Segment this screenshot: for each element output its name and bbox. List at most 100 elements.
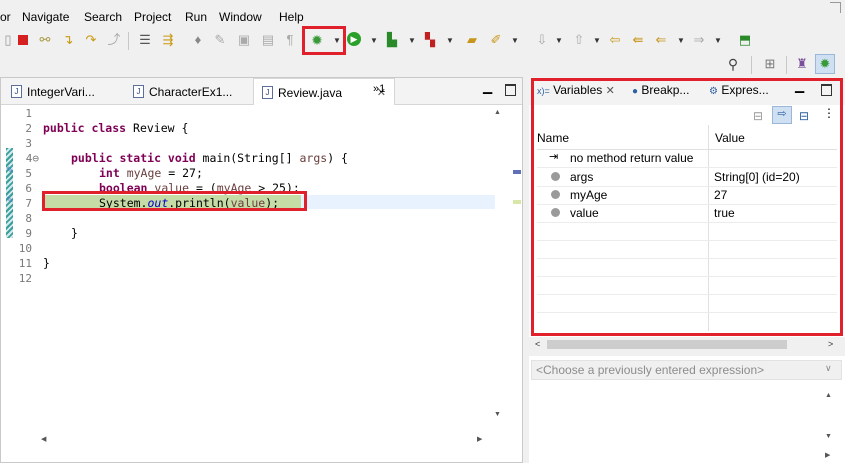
debug-perspective-icon[interactable]: ✹ xyxy=(815,54,835,74)
line-number: 8 xyxy=(25,212,32,225)
last-edit-alt-icon[interactable]: ⇚ xyxy=(630,32,646,48)
step-into-icon[interactable]: ↴ xyxy=(60,32,76,48)
menu-help[interactable]: Help xyxy=(279,10,304,24)
coverage-icon[interactable]: ▙ xyxy=(384,32,400,48)
run-icon[interactable]: ▶ xyxy=(347,32,363,48)
line-number: 3 xyxy=(25,137,32,150)
copy-icon[interactable]: ▣ xyxy=(236,32,252,48)
scroll-right-icon[interactable]: ▶ xyxy=(477,435,482,443)
menu-run[interactable]: Run xyxy=(185,10,207,24)
paragraph-icon[interactable]: ¶ xyxy=(282,32,298,48)
scroll-up-icon[interactable]: ▲ xyxy=(825,392,832,399)
scroll-down-icon[interactable]: ▼ xyxy=(825,433,832,440)
scroll-right-icon[interactable]: > xyxy=(828,339,833,349)
open-task-icon[interactable]: ✐ xyxy=(488,32,504,48)
previous-annotation-icon[interactable]: ⇧ xyxy=(571,32,587,48)
tab-label: CharacterEx1... xyxy=(149,85,233,99)
step-over-icon[interactable]: ↷ xyxy=(83,32,99,48)
forward-icon[interactable]: ⇒ xyxy=(691,32,707,48)
java-file-icon: J xyxy=(262,86,273,99)
minimize-icon[interactable]: ▁ xyxy=(483,80,492,94)
pin-icon[interactable]: ♦ xyxy=(190,32,206,48)
paste-icon[interactable]: ▤ xyxy=(260,32,276,48)
variables-view: x)= Variables ✕ ● Breakp... ⚙ Expres... … xyxy=(529,77,845,337)
last-edit-icon[interactable]: ⇦ xyxy=(607,32,623,48)
overview-ruler-marker xyxy=(513,170,521,174)
coverage-dropdown-icon[interactable]: ▼ xyxy=(408,36,416,45)
java-file-icon: J xyxy=(133,85,144,98)
back-dropdown-icon[interactable]: ▼ xyxy=(677,36,685,45)
scrollbar-thumb[interactable] xyxy=(547,340,787,349)
java-perspective-icon[interactable]: ♜ xyxy=(794,56,810,72)
line-number: 6 xyxy=(25,182,32,195)
maximize-icon[interactable] xyxy=(505,84,516,96)
overview-ruler-marker xyxy=(513,200,521,204)
toolbar-separator xyxy=(786,56,787,74)
disconnect-icon[interactable]: ⚯ xyxy=(37,32,53,48)
terminate-icon[interactable] xyxy=(15,32,31,48)
forward-dropdown-icon[interactable]: ▼ xyxy=(714,36,722,45)
code-line-5: int myAge = 27; xyxy=(99,166,203,180)
tab-overflow[interactable]: »1 xyxy=(373,83,385,95)
detail-pane: <Choose a previously entered expression>… xyxy=(529,356,845,463)
menu-bar: or Navigate Search Project Run Window He… xyxy=(0,0,845,26)
code-line-2: public class Review { xyxy=(43,121,189,135)
line-number[interactable]: 4⊖ xyxy=(1,152,39,165)
code-line-11: } xyxy=(43,256,50,270)
current-line-highlight-box xyxy=(42,191,307,211)
debug-highlight-box xyxy=(302,26,346,55)
line-number: 7 xyxy=(25,197,32,210)
line-number: 5 xyxy=(25,167,32,180)
variables-highlight-box xyxy=(531,78,843,336)
scroll-left-icon[interactable]: ◀ xyxy=(41,435,46,443)
next-annotation-dropdown-icon[interactable]: ▼ xyxy=(555,36,563,45)
toolbar-separator xyxy=(751,56,752,74)
code-line-9: } xyxy=(71,226,78,240)
scroll-down-icon[interactable]: ▼ xyxy=(494,411,503,419)
tab-integervari[interactable]: J IntegerVari... xyxy=(3,78,135,104)
edit-icon[interactable]: ✎ xyxy=(212,32,228,48)
run-dropdown-icon[interactable]: ▼ xyxy=(370,36,378,45)
next-annotation-icon[interactable]: ⇩ xyxy=(534,32,550,48)
editor-tab-bar: J IntegerVari... J CharacterEx1... J Rev… xyxy=(1,78,522,105)
external-tools-icon[interactable]: ▚ xyxy=(422,32,438,48)
window-corner xyxy=(830,2,841,13)
menu-search[interactable]: Search xyxy=(84,10,122,24)
line-number: 11 xyxy=(18,257,32,270)
use-step-filters-icon[interactable]: ⇶ xyxy=(160,32,176,48)
editor-pane: J IntegerVari... J CharacterEx1... J Rev… xyxy=(0,77,523,463)
skip-breakpoints-icon[interactable]: ▯ xyxy=(0,32,16,48)
toolbar: ▯ ⚯ ↴ ↷ ⤴ ☰ ⇶ ♦ ✎ ▣ ▤ ¶ ✹ ▼ ▶ ▼ ▙ ▼ ▚ ▼ … xyxy=(0,26,845,76)
previous-annotation-dropdown-icon[interactable]: ▼ xyxy=(593,36,601,45)
menu-window[interactable]: Window xyxy=(219,10,262,24)
menu-navigate[interactable]: Navigate xyxy=(22,10,69,24)
back-icon[interactable]: ⇐ xyxy=(653,32,669,48)
open-perspective-icon[interactable]: ⊞ xyxy=(762,56,778,72)
scroll-up-icon[interactable]: ▲ xyxy=(494,109,503,117)
toolbar-separator xyxy=(128,32,129,50)
external-tools-dropdown-icon[interactable]: ▼ xyxy=(446,36,454,45)
scroll-left-icon[interactable]: < xyxy=(535,339,540,349)
java-file-icon: J xyxy=(11,85,22,98)
code-area[interactable]: ✎ ✎ 1 2 3 4⊖ 5 6 7 8 9 10 11 12 public c… xyxy=(1,105,522,462)
step-return-icon[interactable]: ⤴ xyxy=(106,32,122,48)
scroll-right-icon[interactable]: ▶ xyxy=(825,451,830,459)
chevron-down-icon[interactable]: ∨ xyxy=(825,363,832,374)
line-number: 1 xyxy=(25,107,32,120)
tab-label: IntegerVari... xyxy=(27,85,95,99)
menu-project[interactable]: Project xyxy=(134,10,171,24)
expression-combo[interactable]: <Choose a previously entered expression> xyxy=(531,360,842,380)
menu-edit[interactable]: or xyxy=(0,10,11,24)
pin-editor-icon[interactable]: ⬒ xyxy=(737,32,753,48)
line-number: 9 xyxy=(25,227,32,240)
tab-characterex1[interactable]: J CharacterEx1... xyxy=(125,78,265,104)
line-number: 10 xyxy=(18,242,32,255)
search-icon[interactable]: ⚲ xyxy=(725,56,741,72)
line-number: 2 xyxy=(25,122,32,135)
open-type-icon[interactable]: ▰ xyxy=(464,32,480,48)
task-dropdown-icon[interactable]: ▼ xyxy=(511,36,519,45)
variables-scrollbar[interactable]: < > xyxy=(529,337,845,352)
drop-to-frame-icon[interactable]: ☰ xyxy=(137,32,153,48)
tab-label: Review.java xyxy=(278,86,343,100)
line-number: 12 xyxy=(18,272,32,285)
